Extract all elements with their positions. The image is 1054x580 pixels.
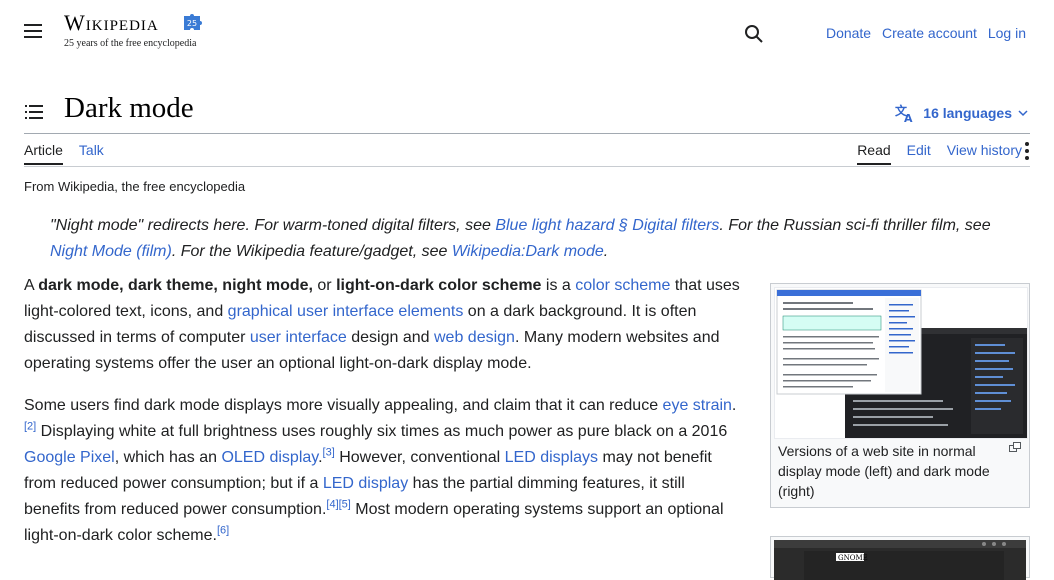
text: design and xyxy=(346,329,434,346)
tab-talk[interactable]: Talk xyxy=(79,142,104,165)
tab-article[interactable]: Article xyxy=(24,142,63,165)
thumbnail-figure: Versions of a web site in normal display… xyxy=(770,283,1030,508)
gnome-illustration: GNOME xyxy=(774,540,1026,580)
link-web-design[interactable]: web design xyxy=(434,329,515,346)
text: Some users find dark mode displays more … xyxy=(24,397,663,414)
wikipedia-logo[interactable]: Wikipedia 25 25 years of the free encycl… xyxy=(64,10,202,49)
hatnote-text: "Night mode" redirects here. For warm-to… xyxy=(50,217,496,234)
tabs-divider xyxy=(24,166,1030,167)
logo-tagline: 25 years of the free encyclopedia xyxy=(64,38,197,49)
more-tools-icon[interactable] xyxy=(1024,142,1030,160)
anniversary-puzzle-icon: 25 xyxy=(184,14,202,30)
link-led-display[interactable]: LED display xyxy=(323,475,408,492)
hatnote-text: . For the Russian sci-fi thriller film, … xyxy=(719,217,991,234)
paragraph-2: Some users find dark mode displays more … xyxy=(24,397,737,544)
view-tabs: Read Edit View history xyxy=(857,142,1022,165)
gnome-screenshot-image[interactable]: GNOME xyxy=(774,540,1026,580)
table-of-contents-icon[interactable] xyxy=(25,104,43,120)
languages-label: 16 languages xyxy=(923,105,1012,121)
article-body: A dark mode, dark theme, night mode, or … xyxy=(24,273,744,565)
svg-text:25: 25 xyxy=(187,19,197,28)
create-account-link[interactable]: Create account xyxy=(882,25,977,41)
link-led-displays[interactable]: LED displays xyxy=(505,449,598,466)
site-sub-tagline: From Wikipedia, the free encyclopedia xyxy=(24,179,246,194)
donate-link[interactable]: Donate xyxy=(826,25,871,41)
text: Displaying white at full brightness uses… xyxy=(36,423,728,440)
hatnote-link-wikipedia-dark-mode[interactable]: Wikipedia:Dark mode xyxy=(452,243,604,260)
link-color-scheme[interactable]: color scheme xyxy=(575,277,670,294)
tab-edit[interactable]: Edit xyxy=(907,142,931,163)
text: However, conventional xyxy=(334,449,505,466)
link-user-interface[interactable]: user interface xyxy=(250,329,347,346)
bold-term: dark mode, dark theme, night mode, xyxy=(38,277,313,294)
chevron-down-icon xyxy=(1018,110,1028,117)
dark-mode-comparison-image[interactable] xyxy=(774,287,1028,439)
tab-view-history[interactable]: View history xyxy=(947,142,1022,163)
hatnote: "Night mode" redirects here. For warm-to… xyxy=(50,213,1010,265)
page-title: Dark mode xyxy=(64,92,194,124)
hatnote-link-blue-light[interactable]: Blue light hazard § Digital filters xyxy=(495,217,719,234)
hatnote-text: . xyxy=(603,243,609,260)
citation-3[interactable]: [3] xyxy=(323,447,335,459)
citation-2[interactable]: [2] xyxy=(24,421,36,433)
link-gui-elements[interactable]: graphical user interface elements xyxy=(228,303,464,320)
text: is a xyxy=(541,277,576,294)
citation-6[interactable]: [6] xyxy=(217,525,229,537)
figure-caption: Versions of a web site in normal display… xyxy=(778,443,990,499)
tab-read[interactable]: Read xyxy=(857,142,891,165)
main-menu-icon[interactable] xyxy=(24,24,44,42)
search-icon[interactable] xyxy=(744,24,764,44)
svg-text:A: A xyxy=(904,112,913,123)
translate-icon: 文 A xyxy=(895,103,913,123)
paragraph-1: A dark mode, dark theme, night mode, or … xyxy=(24,273,744,377)
text: or xyxy=(312,277,337,294)
hatnote-text: . For the Wikipedia feature/gadget, see xyxy=(171,243,452,260)
logo-wordmark: Wikipedia xyxy=(64,10,159,35)
user-links: Donate Create account Log in xyxy=(819,25,1026,41)
title-divider xyxy=(24,133,1030,134)
namespace-tabs: Article Talk xyxy=(24,142,104,165)
citation-4[interactable]: [4] xyxy=(326,499,338,511)
link-google-pixel[interactable]: Google Pixel xyxy=(24,449,115,466)
enlarge-icon[interactable] xyxy=(1009,442,1021,452)
bold-term: light-on-dark color scheme xyxy=(336,277,542,294)
gnome-label: GNOME xyxy=(838,554,868,562)
link-eye-strain[interactable]: eye strain xyxy=(663,397,732,414)
site-header: Wikipedia 25 25 years of the free encycl… xyxy=(0,0,1054,66)
languages-button[interactable]: 文 A 16 languages xyxy=(895,103,1028,123)
citation-5[interactable]: [5] xyxy=(339,499,351,511)
link-oled-display[interactable]: OLED display xyxy=(221,449,318,466)
screenshot-illustration xyxy=(775,288,1027,438)
text: A xyxy=(24,277,39,294)
hatnote-link-night-mode-film[interactable]: Night Mode (film) xyxy=(50,243,172,260)
text: , which has an xyxy=(114,449,222,466)
login-link[interactable]: Log in xyxy=(988,25,1026,41)
second-thumbnail-figure: GNOME xyxy=(770,536,1030,580)
